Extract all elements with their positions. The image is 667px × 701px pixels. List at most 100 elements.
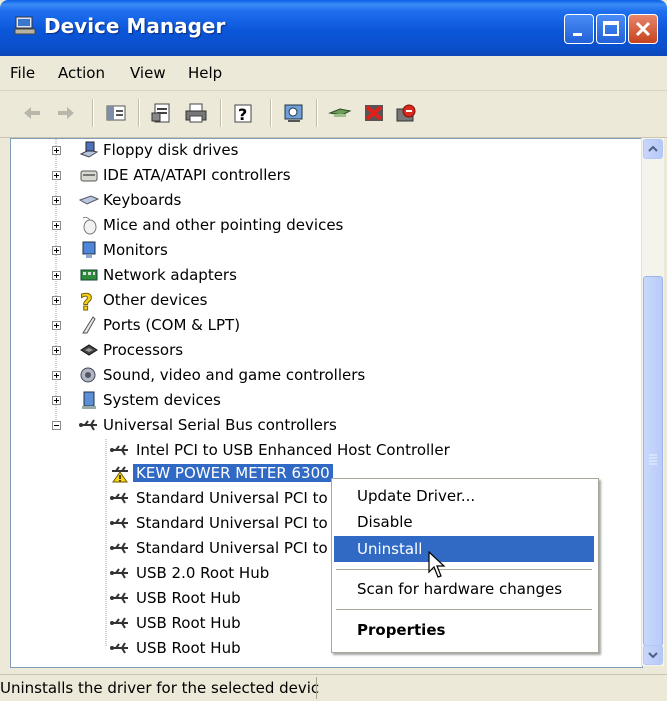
svg-text:?: ? bbox=[238, 105, 247, 124]
expand-icon[interactable] bbox=[52, 221, 61, 230]
grip-icon bbox=[649, 454, 657, 465]
menu-file[interactable]: File bbox=[10, 64, 35, 82]
tree-item-label-selected: KEW POWER METER 6300 bbox=[133, 464, 333, 482]
tree-item-network[interactable]: Network adapters bbox=[11, 264, 642, 288]
mouse-cursor-icon bbox=[428, 551, 446, 578]
tree-item-label: Standard Universal PCI to bbox=[136, 514, 328, 532]
toolbar-separator bbox=[92, 99, 94, 127]
help-icon[interactable]: ? bbox=[232, 101, 256, 125]
status-divider bbox=[316, 677, 317, 699]
scroll-up-button[interactable] bbox=[643, 139, 663, 159]
tree-item-system[interactable]: System devices bbox=[11, 389, 642, 413]
chevron-up-icon bbox=[648, 145, 658, 152]
tree-item-label: Monitors bbox=[103, 241, 168, 259]
tree-item-label: Keyboards bbox=[103, 191, 182, 209]
menu-item-uninstall[interactable]: Uninstall bbox=[334, 536, 594, 562]
back-arrow-icon[interactable] bbox=[20, 101, 44, 125]
tree-item-label: IDE ATA/ATAPI controllers bbox=[103, 166, 291, 184]
speaker-icon bbox=[80, 367, 96, 383]
tree-item-ide[interactable]: IDE ATA/ATAPI controllers bbox=[11, 164, 642, 188]
disable-icon[interactable] bbox=[394, 101, 418, 125]
tree-item-floppy[interactable]: Floppy disk drives bbox=[11, 139, 642, 163]
menu-item-scan[interactable]: Scan for hardware changes bbox=[334, 576, 594, 602]
close-icon bbox=[635, 21, 651, 37]
tree-item-sound[interactable]: Sound, video and game controllers bbox=[11, 364, 642, 388]
network-adapter-icon bbox=[80, 269, 98, 281]
vertical-scrollbar[interactable] bbox=[641, 138, 664, 666]
tree-item-processors[interactable]: Processors bbox=[11, 339, 642, 363]
toolbar-separator bbox=[220, 99, 222, 127]
expand-icon[interactable] bbox=[52, 271, 61, 280]
usb-icon bbox=[110, 492, 128, 504]
menu-item-disable[interactable]: Disable bbox=[334, 509, 594, 535]
tree-item-keyboards[interactable]: Keyboards bbox=[11, 189, 642, 213]
scroll-down-button[interactable] bbox=[643, 645, 663, 665]
scan-hardware-icon[interactable] bbox=[282, 101, 306, 125]
usb-icon bbox=[110, 642, 128, 654]
monitor-icon bbox=[82, 241, 96, 258]
toolbar-separator bbox=[270, 99, 272, 127]
forward-arrow-icon[interactable] bbox=[54, 101, 78, 125]
expand-icon[interactable] bbox=[52, 246, 61, 255]
tree-item-other[interactable]: ? Other devices bbox=[11, 289, 642, 313]
tree-item-monitors[interactable]: Monitors bbox=[11, 239, 642, 263]
scroll-thumb[interactable] bbox=[643, 276, 663, 646]
collapse-icon[interactable] bbox=[52, 421, 61, 430]
window-title: Device Manager bbox=[44, 14, 226, 38]
menu-view[interactable]: View bbox=[130, 64, 166, 82]
mouse-icon bbox=[82, 216, 97, 235]
device-manager-icon bbox=[14, 16, 36, 35]
close-button[interactable] bbox=[628, 14, 658, 44]
minimize-icon bbox=[573, 33, 582, 36]
maximize-button[interactable] bbox=[596, 14, 626, 44]
expand-icon[interactable] bbox=[52, 146, 61, 155]
minimize-button[interactable] bbox=[564, 14, 594, 44]
menu-item-properties[interactable]: Properties bbox=[334, 617, 594, 643]
usb-icon bbox=[110, 567, 128, 579]
tree-item-usb[interactable]: Universal Serial Bus controllers bbox=[11, 414, 642, 438]
usb-icon bbox=[110, 617, 128, 629]
menu-item-label: Scan for hardware changes bbox=[357, 580, 563, 598]
svg-text:?: ? bbox=[80, 291, 93, 313]
port-icon bbox=[82, 316, 96, 334]
uninstall-icon[interactable] bbox=[362, 101, 386, 125]
tree-item-ports[interactable]: Ports (COM & LPT) bbox=[11, 314, 642, 338]
chevron-down-icon bbox=[648, 652, 658, 659]
usb-icon bbox=[110, 592, 128, 604]
menu-help[interactable]: Help bbox=[188, 64, 222, 82]
tree-item-label: Floppy disk drives bbox=[103, 141, 239, 159]
console-tree-icon[interactable] bbox=[104, 101, 128, 125]
status-text: Uninstalls the driver for the selected d… bbox=[0, 679, 320, 697]
tree-item-label: Standard Universal PCI to bbox=[136, 489, 328, 507]
usb-icon bbox=[110, 444, 128, 456]
tree-item-label: Other devices bbox=[103, 291, 208, 309]
menu-item-update-driver[interactable]: Update Driver... bbox=[334, 483, 594, 509]
update-driver-icon[interactable] bbox=[328, 101, 352, 125]
device-manager-window: Device Manager File Action View Help ? F… bbox=[0, 0, 667, 701]
tree-item-mice[interactable]: Mice and other pointing devices bbox=[11, 214, 642, 238]
toolbar: ? bbox=[0, 91, 667, 138]
expand-icon[interactable] bbox=[52, 296, 61, 305]
status-bar: Uninstalls the driver for the selected d… bbox=[0, 674, 667, 701]
expand-icon[interactable] bbox=[52, 196, 61, 205]
unknown-device-icon: ? bbox=[80, 291, 94, 314]
floppy-drive-icon bbox=[79, 141, 99, 158]
tree-item-usb-child[interactable]: Intel PCI to USB Enhanced Host Controlle… bbox=[11, 439, 642, 463]
menu-action[interactable]: Action bbox=[58, 64, 105, 82]
tree-item-label: Standard Universal PCI to bbox=[136, 539, 328, 557]
print-icon[interactable] bbox=[184, 101, 208, 125]
expand-icon[interactable] bbox=[52, 346, 61, 355]
menu-item-label: Uninstall bbox=[357, 540, 423, 558]
title-bar[interactable]: Device Manager bbox=[0, 0, 667, 56]
tree-item-label: USB Root Hub bbox=[136, 589, 241, 607]
menu-item-label: Disable bbox=[357, 513, 413, 531]
tree-item-label: Intel PCI to USB Enhanced Host Controlle… bbox=[136, 441, 450, 459]
toolbar-separator bbox=[316, 99, 318, 127]
properties-icon[interactable] bbox=[150, 101, 174, 125]
expand-icon[interactable] bbox=[52, 171, 61, 180]
expand-icon[interactable] bbox=[52, 371, 61, 380]
expand-icon[interactable] bbox=[52, 396, 61, 405]
menu-bar: File Action View Help bbox=[0, 56, 667, 91]
usb-icon bbox=[79, 419, 97, 431]
expand-icon[interactable] bbox=[52, 321, 61, 330]
